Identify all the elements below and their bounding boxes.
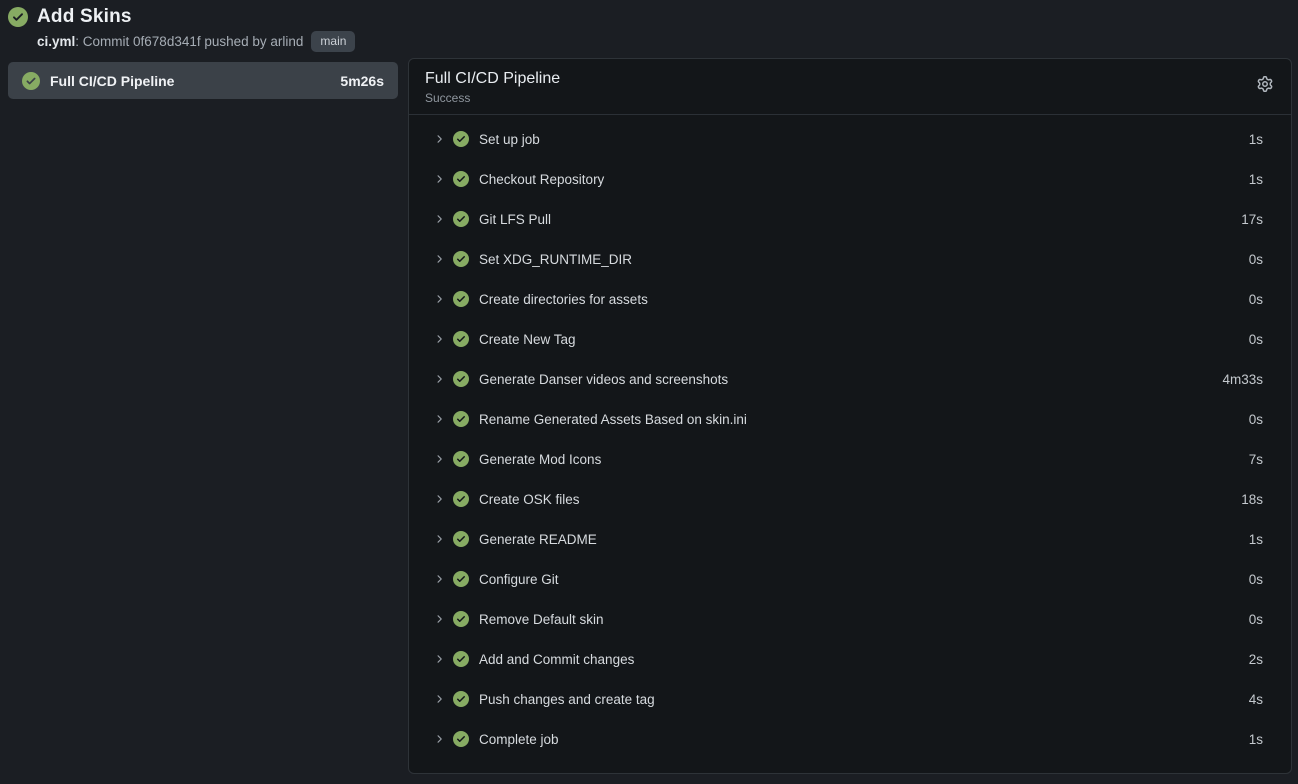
job-duration: 5m26s [340, 73, 384, 89]
chevron-right-icon[interactable] [433, 693, 445, 705]
chevron-right-icon[interactable] [433, 373, 445, 385]
chevron-right-icon[interactable] [433, 173, 445, 185]
step-duration: 2s [1249, 652, 1263, 667]
panel-job-title: Full CI/CD Pipeline [425, 70, 1257, 88]
chevron-right-icon[interactable] [433, 293, 445, 305]
step-name: Configure Git [477, 572, 1241, 587]
workflow-file-name: ci.yml [37, 34, 75, 49]
step-duration: 1s [1249, 172, 1263, 187]
step-row[interactable]: Generate README 1s [409, 519, 1291, 559]
chevron-right-icon[interactable] [433, 533, 445, 545]
step-duration: 18s [1241, 492, 1263, 507]
branch-badge[interactable]: main [311, 31, 355, 52]
run-title: Add Skins [37, 6, 132, 28]
step-list: Set up job 1s Checkout Repository 1s Git… [409, 115, 1291, 759]
success-check-circle-icon [453, 291, 469, 307]
step-name: Create directories for assets [477, 292, 1241, 307]
step-name: Complete job [477, 732, 1241, 747]
step-duration: 0s [1249, 332, 1263, 347]
chevron-right-icon[interactable] [433, 613, 445, 625]
step-duration: 0s [1249, 252, 1263, 267]
step-name: Git LFS Pull [477, 212, 1233, 227]
step-duration: 1s [1249, 732, 1263, 747]
chevron-right-icon[interactable] [433, 413, 445, 425]
success-check-circle-icon [453, 611, 469, 627]
step-duration: 17s [1241, 212, 1263, 227]
success-check-circle-icon [453, 371, 469, 387]
step-name: Rename Generated Assets Based on skin.in… [477, 412, 1241, 427]
chevron-right-icon[interactable] [433, 573, 445, 585]
step-name: Remove Default skin [477, 612, 1241, 627]
step-row[interactable]: Set XDG_RUNTIME_DIR 0s [409, 239, 1291, 279]
step-duration: 0s [1249, 612, 1263, 627]
success-check-circle-icon [8, 7, 28, 27]
step-name: Set XDG_RUNTIME_DIR [477, 252, 1241, 267]
step-duration: 0s [1249, 572, 1263, 587]
step-name: Generate Mod Icons [477, 452, 1241, 467]
step-name: Create New Tag [477, 332, 1241, 347]
step-name: Push changes and create tag [477, 692, 1241, 707]
chevron-right-icon[interactable] [433, 213, 445, 225]
step-row[interactable]: Checkout Repository 1s [409, 159, 1291, 199]
success-check-circle-icon [453, 691, 469, 707]
panel-header: Full CI/CD Pipeline Success [409, 59, 1291, 115]
step-duration: 1s [1249, 132, 1263, 147]
success-check-circle-icon [453, 131, 469, 147]
success-check-circle-icon [453, 491, 469, 507]
success-check-circle-icon [453, 531, 469, 547]
step-name: Set up job [477, 132, 1241, 147]
chevron-right-icon[interactable] [433, 653, 445, 665]
panel-job-status: Success [425, 91, 1257, 105]
chevron-right-icon[interactable] [433, 493, 445, 505]
step-row[interactable]: Add and Commit changes 2s [409, 639, 1291, 679]
step-duration: 7s [1249, 452, 1263, 467]
success-check-circle-icon [453, 651, 469, 667]
job-settings-button[interactable] [1257, 70, 1275, 92]
success-check-circle-icon [453, 451, 469, 467]
success-check-circle-icon [453, 731, 469, 747]
step-name: Create OSK files [477, 492, 1233, 507]
step-row[interactable]: Configure Git 0s [409, 559, 1291, 599]
step-row[interactable]: Create directories for assets 0s [409, 279, 1291, 319]
step-name: Generate Danser videos and screenshots [477, 372, 1214, 387]
step-row[interactable]: Generate Danser videos and screenshots 4… [409, 359, 1291, 399]
step-row[interactable]: Remove Default skin 0s [409, 599, 1291, 639]
success-check-circle-icon [453, 211, 469, 227]
step-name: Add and Commit changes [477, 652, 1241, 667]
step-row[interactable]: Push changes and create tag 4s [409, 679, 1291, 719]
commit-summary: ci.yml: Commit 0f678d341f pushed by arli… [37, 34, 303, 49]
success-check-circle-icon [453, 251, 469, 267]
chevron-right-icon[interactable] [433, 253, 445, 265]
chevron-right-icon[interactable] [433, 733, 445, 745]
success-check-circle-icon [453, 411, 469, 427]
step-duration: 0s [1249, 292, 1263, 307]
step-name: Generate README [477, 532, 1241, 547]
chevron-right-icon[interactable] [433, 453, 445, 465]
step-name: Checkout Repository [477, 172, 1241, 187]
gear-icon [1257, 76, 1273, 92]
job-detail-panel: Full CI/CD Pipeline Success Set up job 1… [408, 58, 1292, 774]
step-duration: 4m33s [1222, 372, 1263, 387]
step-row[interactable]: Create OSK files 18s [409, 479, 1291, 519]
commit-info-text: : Commit 0f678d341f pushed by arlind [75, 34, 303, 49]
sidebar-job-full-cicd-pipeline[interactable]: Full CI/CD Pipeline 5m26s [8, 62, 398, 99]
step-row[interactable]: Generate Mod Icons 7s [409, 439, 1291, 479]
step-row[interactable]: Create New Tag 0s [409, 319, 1291, 359]
step-duration: 1s [1249, 532, 1263, 547]
step-duration: 0s [1249, 412, 1263, 427]
run-header: Add Skins ci.yml: Commit 0f678d341f push… [8, 6, 355, 52]
success-check-circle-icon [453, 171, 469, 187]
step-row[interactable]: Set up job 1s [409, 119, 1291, 159]
success-check-circle-icon [453, 331, 469, 347]
step-row[interactable]: Complete job 1s [409, 719, 1291, 759]
step-row[interactable]: Git LFS Pull 17s [409, 199, 1291, 239]
chevron-right-icon[interactable] [433, 133, 445, 145]
step-duration: 4s [1249, 692, 1263, 707]
chevron-right-icon[interactable] [433, 333, 445, 345]
job-name: Full CI/CD Pipeline [50, 73, 330, 89]
step-row[interactable]: Rename Generated Assets Based on skin.in… [409, 399, 1291, 439]
success-check-circle-icon [22, 72, 40, 90]
success-check-circle-icon [453, 571, 469, 587]
